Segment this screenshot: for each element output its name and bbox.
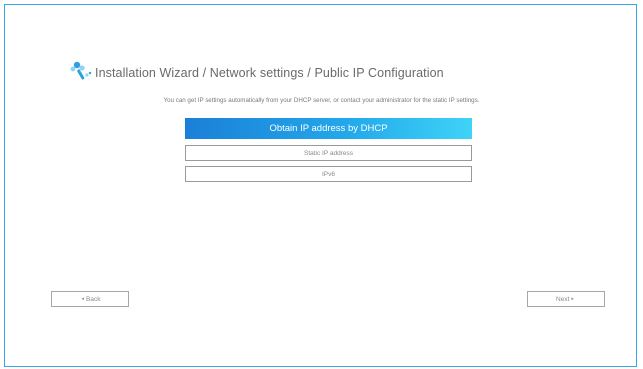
instruction-text: You can get IP settings automatically fr…	[163, 97, 480, 104]
wizard-window	[4, 4, 637, 367]
ipv6-option-button[interactable]: IPv6	[185, 166, 472, 182]
wifi-tools-logo-icon	[67, 60, 95, 86]
back-button[interactable]: ◂ Back	[51, 291, 129, 307]
ipv6-option-label: IPv6	[321, 170, 335, 178]
page-title: Installation Wizard / Network settings /…	[95, 66, 444, 80]
dhcp-option-label: Obtain IP address by DHCP	[269, 123, 388, 134]
next-button-label: Next	[556, 295, 570, 303]
wizard-header: Installation Wizard / Network settings /…	[67, 60, 444, 86]
back-button-label: Back	[86, 295, 101, 303]
back-arrow-icon: ◂	[81, 296, 85, 302]
next-button[interactable]: Next ▸	[527, 291, 605, 307]
next-arrow-icon: ▸	[571, 296, 574, 302]
static-ip-option-label: Static IP address	[303, 149, 354, 157]
dhcp-option-button[interactable]: Obtain IP address by DHCP	[185, 118, 472, 139]
static-ip-option-button[interactable]: Static IP address	[185, 145, 472, 161]
